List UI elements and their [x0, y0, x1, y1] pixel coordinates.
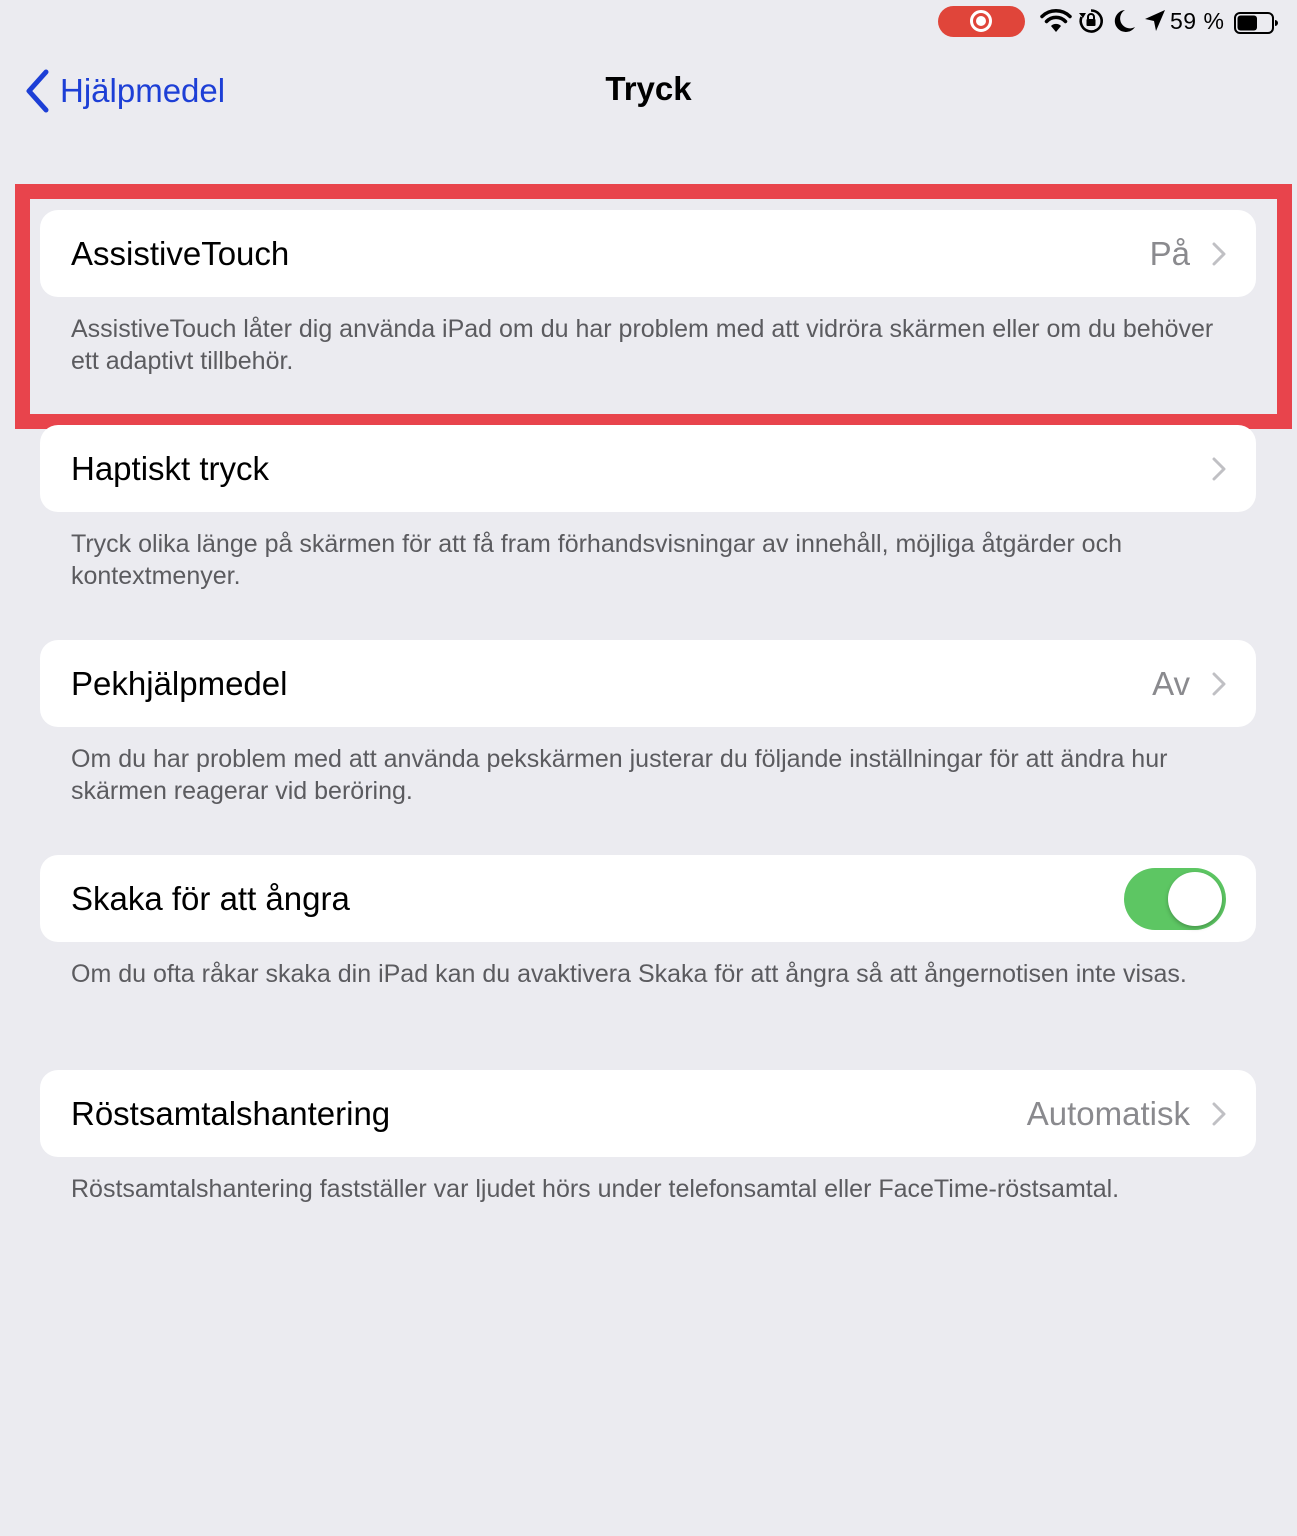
status-bar: 59 % [0, 4, 1297, 38]
row-haptic-touch[interactable]: Haptiskt tryck [40, 425, 1256, 512]
row-touch-accommodations[interactable]: Pekhjälpmedel Av [40, 640, 1256, 727]
screen-record-icon[interactable] [938, 6, 1025, 37]
chevron-right-icon [1212, 242, 1226, 265]
row-footer: Röstsamtalshantering fastställer var lju… [71, 1175, 1120, 1203]
row-footer: Om du ofta råkar skaka din iPad kan du a… [71, 960, 1187, 988]
shake-to-undo-toggle[interactable] [1124, 867, 1226, 930]
chevron-right-icon [1212, 1102, 1226, 1125]
row-label: Röstsamtalshantering [71, 1094, 391, 1132]
toggle-knob [1168, 871, 1222, 926]
row-label: Haptiskt tryck [71, 449, 270, 487]
page-title: Tryck [605, 70, 692, 107]
row-value: Av [1152, 664, 1190, 702]
wifi-icon [1040, 9, 1072, 32]
chevron-right-icon [1212, 672, 1226, 695]
row-label: AssistiveTouch [71, 234, 290, 272]
row-label: Pekhjälpmedel [71, 664, 288, 702]
row-call-audio-routing[interactable]: Röstsamtalshantering Automatisk [40, 1070, 1256, 1157]
row-shake-to-undo: Skaka för att ångra [40, 855, 1256, 942]
row-label: Skaka för att ångra [71, 879, 350, 917]
row-assistivetouch[interactable]: AssistiveTouch På [40, 210, 1256, 297]
record-dot [976, 16, 986, 26]
battery-percent: 59 % [1170, 8, 1225, 34]
location-arrow-icon [1145, 10, 1165, 31]
battery-icon [1234, 12, 1278, 34]
chevron-right-icon [1212, 457, 1226, 480]
row-footer: Om du har problem med att använda pekskä… [71, 745, 1168, 805]
row-footer: Tryck olika länge på skärmen för att få … [71, 530, 1122, 590]
rotation-lock-icon [1079, 9, 1103, 33]
row-footer: AssistiveTouch låter dig använda iPad om… [71, 315, 1214, 375]
row-value: Automatisk [1026, 1094, 1190, 1132]
moon-icon [1114, 10, 1135, 32]
row-value: På [1149, 234, 1190, 272]
